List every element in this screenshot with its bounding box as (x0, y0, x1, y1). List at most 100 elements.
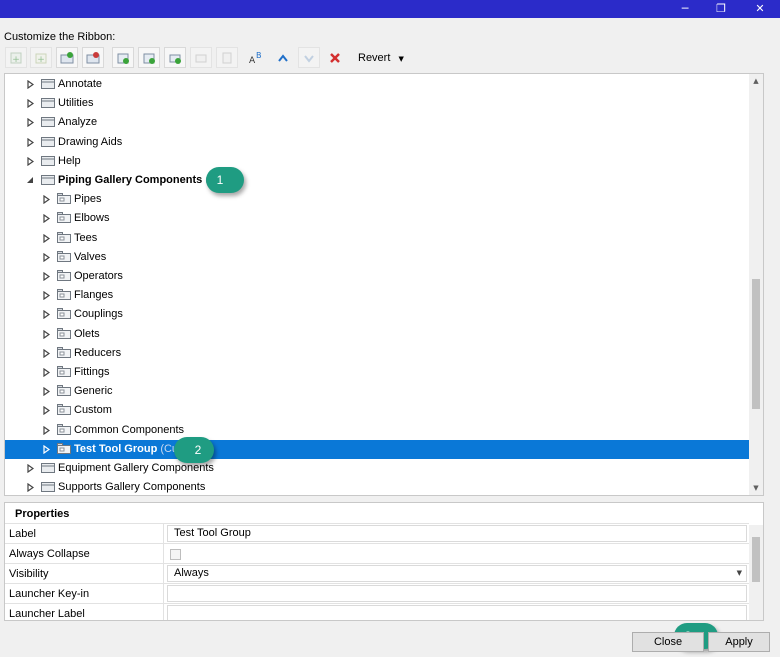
ribbon-tab-icon (41, 117, 55, 128)
properties-scroll-thumb[interactable] (752, 537, 760, 582)
collapse-arrow-icon[interactable] (26, 176, 34, 185)
label-field[interactable]: Test Tool Group (167, 525, 747, 542)
move-item-icon[interactable] (190, 47, 212, 68)
tree-item-label: Utilities (58, 97, 93, 109)
tree-item[interactable]: Analyze (5, 113, 751, 132)
apply-button[interactable]: Apply (708, 632, 770, 652)
tree-item-text: Reducers (74, 346, 122, 359)
ribbon-group-icon (57, 385, 71, 397)
chevron-down-icon: ▼ (736, 569, 742, 577)
callout-2: 2 (174, 437, 214, 463)
maximize-button[interactable]: ❐ (706, 0, 736, 18)
tree-item[interactable]: Olets (5, 325, 751, 344)
callout-number: 2 (194, 443, 202, 457)
tree-item[interactable]: Common Components (5, 421, 751, 440)
expand-arrow-icon[interactable] (26, 137, 34, 147)
add-separator-icon[interactable] (164, 47, 186, 68)
tree-item-label: Piping Gallery Components(Pen (58, 174, 229, 186)
expand-arrow-icon[interactable] (42, 252, 50, 262)
tree-item[interactable]: Valves (5, 248, 751, 267)
tree-item[interactable]: Pipes (5, 190, 751, 209)
delete-icon[interactable] (324, 47, 346, 68)
expand-arrow-icon[interactable] (42, 406, 50, 416)
expand-arrow-icon[interactable] (42, 348, 50, 358)
close-button[interactable]: Close (632, 632, 704, 652)
expand-arrow-icon[interactable] (42, 444, 50, 454)
tree-item[interactable]: Drawing Aids (5, 133, 751, 152)
add-menu-icon[interactable] (82, 47, 104, 68)
copy-item-icon[interactable] (216, 47, 238, 68)
tree-item-label: Olets (74, 328, 100, 340)
expand-arrow-icon[interactable] (42, 233, 50, 243)
expand-arrow-icon[interactable] (26, 464, 34, 473)
new-group-icon[interactable]: + (30, 47, 52, 68)
tree-scroll-thumb[interactable] (752, 279, 760, 409)
tree-scrollbar[interactable]: ▲ ▼ (749, 74, 763, 495)
always-collapse-checkbox[interactable] (170, 549, 181, 560)
expand-arrow-icon[interactable] (42, 195, 50, 205)
scroll-up-icon[interactable]: ▲ (749, 74, 763, 88)
launcher-keyin-field[interactable] (167, 585, 747, 602)
ribbon-group-icon (57, 423, 71, 435)
expand-arrow-icon[interactable] (42, 214, 50, 224)
close-window-button[interactable]: ✕ (745, 0, 775, 18)
properties-scrollbar[interactable] (749, 525, 763, 620)
svg-text:B: B (256, 51, 262, 60)
tree-item-label: Analyze (58, 116, 97, 128)
tree-item[interactable]: Custom (5, 401, 751, 420)
tree-item[interactable]: Annotate (5, 75, 751, 94)
tree-item[interactable]: Utilities (5, 94, 751, 113)
expand-arrow-icon[interactable] (42, 310, 50, 320)
expand-arrow-icon[interactable] (42, 368, 50, 377)
visibility-value: Always (174, 567, 209, 579)
new-tab-icon[interactable]: + (5, 47, 27, 68)
tree-item[interactable]: Supports Gallery Components (5, 478, 751, 495)
tree-item-text: Custom (74, 404, 112, 417)
expand-arrow-icon[interactable] (26, 156, 34, 166)
tree-item[interactable]: Elbows (5, 209, 751, 228)
tree-item[interactable]: Tees (5, 229, 751, 248)
expand-arrow-icon[interactable] (42, 272, 50, 281)
expand-arrow-icon[interactable] (26, 118, 34, 128)
expand-arrow-icon[interactable] (26, 99, 34, 109)
property-row-launcher-keyin: Launcher Key-in (5, 583, 749, 604)
ribbon-tab-icon (41, 155, 55, 166)
tree-item[interactable]: Equipment Gallery Components (5, 459, 751, 478)
expand-arrow-icon[interactable] (26, 80, 34, 89)
launcher-label-field[interactable] (167, 605, 747, 620)
expand-arrow-icon[interactable] (42, 425, 50, 435)
move-up-icon[interactable] (272, 47, 294, 68)
move-down-icon[interactable] (298, 47, 320, 68)
tree-item[interactable]: Reducers (5, 344, 751, 363)
add-tool-icon[interactable] (56, 47, 78, 68)
tree-item[interactable]: Piping Gallery Components(Pen (5, 171, 751, 190)
expand-arrow-icon[interactable] (42, 329, 50, 339)
tree-item[interactable]: Generic (5, 382, 751, 401)
minimize-button[interactable]: ─ (670, 0, 700, 18)
tree-item[interactable]: Help (5, 152, 751, 171)
tree-item[interactable]: Flanges (5, 286, 751, 305)
tree-item-label: Tees (74, 232, 97, 244)
expand-arrow-icon[interactable] (26, 483, 34, 493)
ribbon-group-icon (57, 289, 71, 301)
ribbon-group-icon (57, 442, 71, 454)
tree-item-text: Help (58, 154, 81, 167)
add-item-icon[interactable] (138, 47, 160, 68)
revert-label: Revert (358, 52, 391, 64)
properties-heading: Properties (15, 508, 70, 520)
ribbon-group-icon (57, 404, 71, 416)
tree-item[interactable]: Operators (5, 267, 751, 286)
sort-icon[interactable]: AB (246, 47, 268, 68)
revert-dropdown[interactable]: Revert ▼ (352, 48, 410, 68)
expand-arrow-icon[interactable] (42, 387, 50, 397)
visibility-select[interactable]: Always ▼ (167, 565, 747, 582)
expand-arrow-icon[interactable] (42, 291, 50, 301)
property-row-visibility: Visibility Always ▼ (5, 563, 749, 584)
tree-item[interactable]: Fittings (5, 363, 751, 382)
tree-item[interactable]: Test Tool Group(Custo (5, 439, 751, 459)
tree-item[interactable]: Couplings (5, 305, 751, 324)
scroll-down-icon[interactable]: ▼ (749, 481, 763, 495)
ribbon-group-icon (57, 193, 71, 205)
properties-panel: Properties Label Test Tool Group Always … (4, 502, 764, 621)
add-split-icon[interactable] (112, 47, 134, 68)
